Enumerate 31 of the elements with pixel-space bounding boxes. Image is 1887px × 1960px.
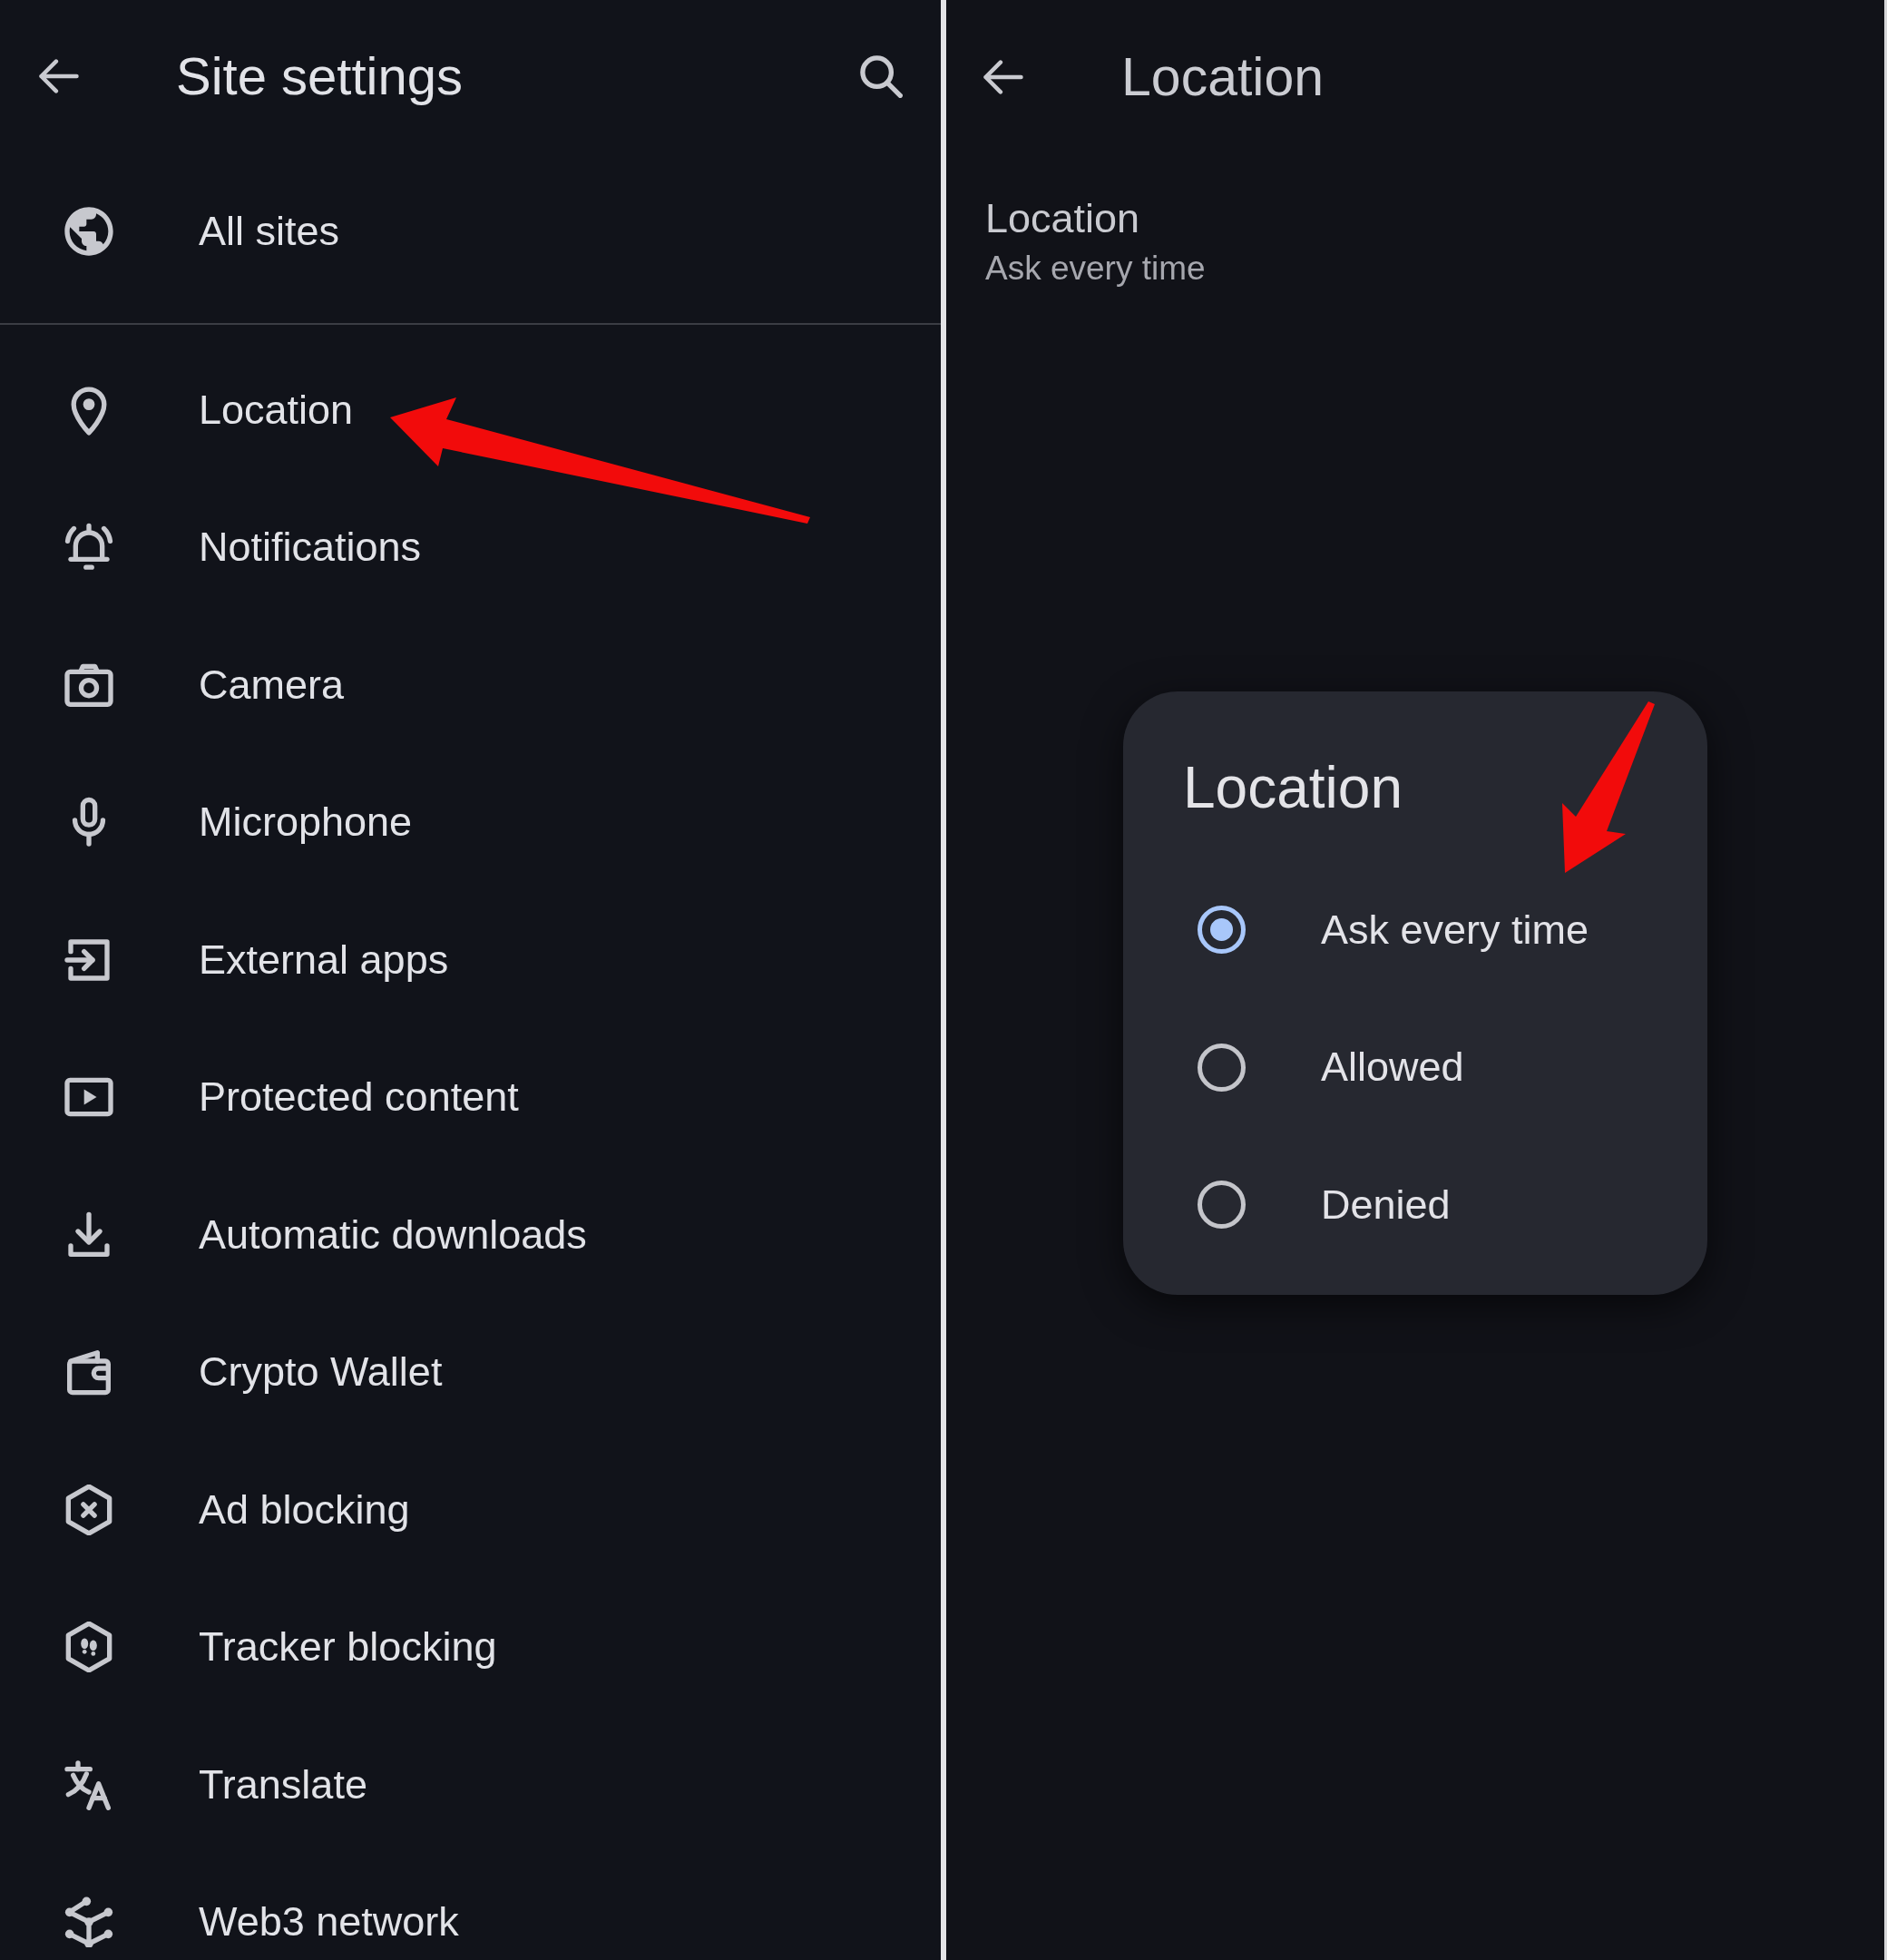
radio-option-label[interactable]: Ask every time	[1321, 905, 1589, 955]
settings-item-label[interactable]: Camera	[199, 660, 345, 710]
search-icon[interactable]	[860, 54, 903, 98]
settings-item-label[interactable]: Microphone	[199, 798, 413, 848]
radio-button[interactable]	[1198, 906, 1246, 955]
settings-item-label[interactable]: Ad blocking	[199, 1485, 410, 1534]
network-nodes-icon	[64, 1896, 114, 1948]
dialog-title: Location	[1183, 754, 1403, 821]
page-title: Site settings	[176, 45, 463, 108]
page-title: Location	[1121, 45, 1325, 109]
hexagon-x-icon	[64, 1484, 114, 1535]
preference-title[interactable]: Location	[985, 194, 1140, 243]
settings-item-label[interactable]: Notifications	[199, 523, 422, 573]
radio-button[interactable]	[1198, 1043, 1246, 1092]
settings-item-label[interactable]: Automatic downloads	[199, 1210, 587, 1259]
radio-option-label[interactable]: Allowed	[1321, 1043, 1464, 1093]
settings-item-label[interactable]: Translate	[199, 1759, 367, 1809]
back-icon[interactable]	[39, 59, 79, 93]
globe-icon	[64, 206, 114, 257]
radio-button[interactable]	[1198, 1181, 1246, 1230]
settings-item-label[interactable]: Crypto Wallet	[199, 1348, 443, 1397]
settings-item-label[interactable]: External apps	[199, 935, 449, 985]
back-icon[interactable]	[983, 60, 1023, 94]
hexagon-footprints-icon	[64, 1622, 114, 1673]
settings-item-label[interactable]: Tracker blocking	[199, 1622, 497, 1672]
radio-option-label[interactable]: Denied	[1321, 1180, 1451, 1230]
settings-item-label[interactable]: Protected content	[199, 1073, 519, 1122]
settings-item-label[interactable]: Location	[199, 385, 354, 435]
settings-item-label[interactable]: All sites	[199, 207, 340, 256]
preference-summary: Ask every time	[985, 249, 1206, 289]
settings-item-label[interactable]: Web3 network	[199, 1897, 459, 1947]
